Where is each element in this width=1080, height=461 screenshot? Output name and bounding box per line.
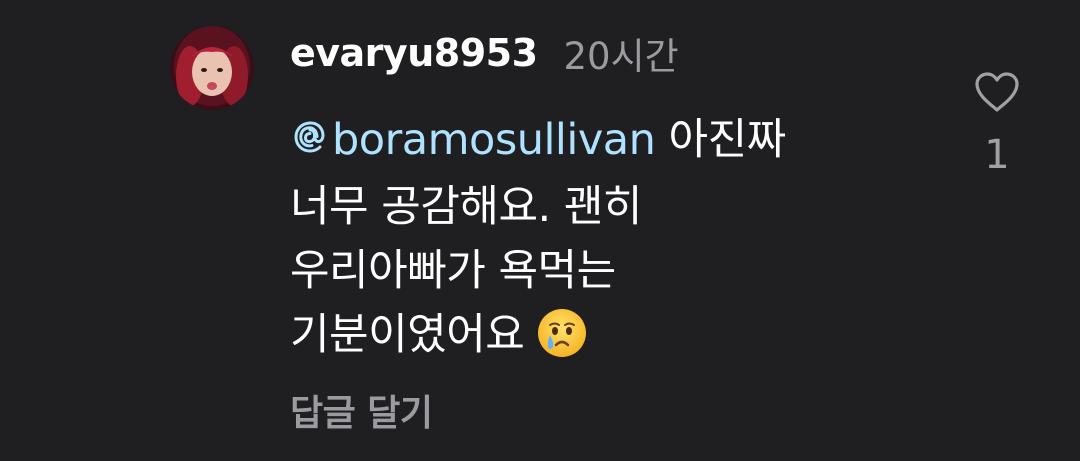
timestamp: 20시간 [563,35,679,78]
comment-line-4: 기분이였어요 [290,303,910,377]
mention-username: boramosullivan [332,115,656,165]
heart-outline-icon [973,72,1021,118]
comment-line-2: 너무 공감해요. 괜히 [290,182,643,232]
comment-line-1-text: 아진짜 [668,115,787,165]
comment-line-4-text: 기분이였어요 [290,310,525,360]
like-button[interactable] [972,70,1022,118]
like-count: 1 [984,132,1010,178]
comment-line-3: 우리아빠가 욕먹는 [290,246,616,296]
avatar[interactable] [170,26,254,110]
comment-text: boramosullivan 아진짜 너무 공감해요. 괜히 우리아빠가 욕먹는… [290,108,910,377]
crying-face-emoji-icon [536,307,588,377]
threads-at-icon [290,111,330,175]
comment-item: evaryu8953 20시간 boramosullivan 아진짜 너무 공감… [0,0,1080,461]
comment-header: evaryu8953 20시간 [290,26,679,80]
reply-button[interactable]: 답글 달기 [290,384,433,436]
comment-line-1: boramosullivan 아진짜 [290,108,910,175]
mention-link[interactable]: boramosullivan [290,115,656,165]
username[interactable]: evaryu8953 [290,31,538,75]
